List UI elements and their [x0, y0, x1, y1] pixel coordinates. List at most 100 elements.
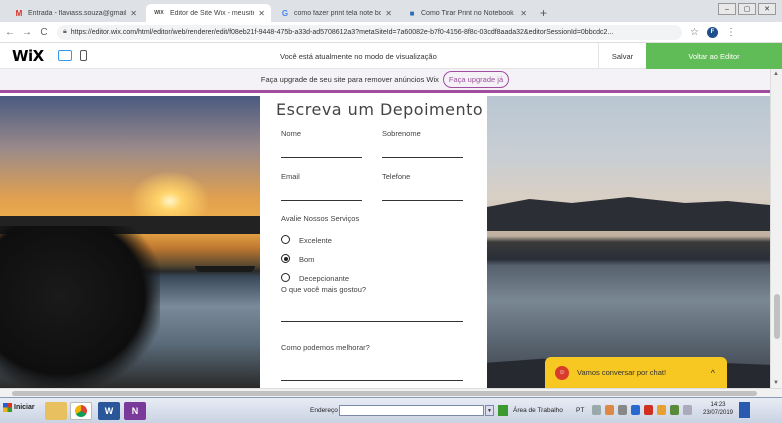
browser-toolbar: ← → C 🔒︎ https://editor.wix.com/html/edi…	[0, 22, 782, 43]
windows-logo-icon	[3, 403, 12, 412]
upgrade-now-button[interactable]: Faça upgrade já	[442, 71, 510, 88]
page-content: Escreva um Depoimento Nome Sobrenome Ema…	[0, 96, 770, 388]
photo-tree-silhouette	[0, 226, 160, 388]
radio-excelente[interactable]	[281, 235, 290, 244]
chrome-icon[interactable]	[70, 402, 92, 420]
radio-label-decepcionante: Decepcionante	[299, 274, 350, 283]
tab-wix-editor[interactable]: WIX Editor de Site Wix - meusite ✕	[146, 4, 271, 22]
tab-label: Como Tirar Print no Notebook S	[421, 9, 517, 17]
rating-label: Avalie Nossos Serviços	[281, 214, 360, 223]
desktop-label[interactable]: Área de Trabalho	[513, 407, 563, 414]
gmail-icon: M	[15, 8, 23, 18]
antivirus-icon[interactable]	[644, 405, 653, 415]
save-button[interactable]: Salvar	[598, 43, 646, 69]
lake-landscape-photo	[487, 96, 770, 388]
tab-label: como fazer print tela note book	[294, 9, 382, 17]
tab-label: Editor de Site Wix - meusite	[170, 9, 255, 17]
last-name-field[interactable]	[382, 157, 463, 158]
system-clock[interactable]: 14:23 23/07/2019	[698, 401, 738, 417]
dropbox-icon[interactable]	[631, 405, 640, 415]
bing-icon: ■	[409, 8, 415, 18]
upgrade-text: Faça upgrade de seu site para remover an…	[260, 75, 439, 84]
word-icon[interactable]: W	[98, 402, 120, 420]
tab-label: Entrada - flaviass.souza@gmail.c	[28, 9, 127, 17]
google-icon: G	[281, 8, 289, 18]
email-label: Email	[281, 172, 300, 181]
url-text: https://editor.wix.com/html/editor/web/r…	[70, 28, 614, 36]
testimonial-form: Escreva um Depoimento Nome Sobrenome Ema…	[260, 96, 487, 388]
close-icon[interactable]: ✕	[520, 9, 527, 18]
reload-icon[interactable]: C	[37, 27, 51, 38]
file-explorer-icon[interactable]	[45, 402, 67, 420]
lock-icon: 🔒︎	[63, 28, 67, 35]
radio-label-excelente: Excelente	[299, 236, 332, 245]
back-to-editor-button[interactable]: Voltar ao Editor	[646, 43, 782, 69]
bookmark-star-icon[interactable]: ☆	[690, 27, 699, 38]
browser-tab-strip: M Entrada - flaviass.souza@gmail.c ✕ WIX…	[0, 0, 782, 22]
tab-bing-search[interactable]: ■ Como Tirar Print no Notebook S ✕	[401, 4, 533, 22]
sunset-lake-photo	[0, 96, 260, 388]
show-desktop-button[interactable]	[739, 402, 750, 418]
network-icon[interactable]	[592, 405, 601, 415]
address-label: Endereço	[310, 407, 338, 414]
system-tray	[592, 405, 692, 415]
wix-icon: WIX	[154, 10, 164, 16]
clock-date: 23/07/2019	[702, 410, 734, 416]
close-icon[interactable]: ✕	[385, 9, 392, 18]
close-icon[interactable]: ✕	[258, 9, 265, 18]
scroll-thumb[interactable]	[12, 391, 757, 396]
start-label: Iniciar	[14, 404, 35, 411]
new-tab-button[interactable]: +	[540, 6, 547, 20]
first-name-field[interactable]	[281, 157, 362, 158]
vertical-scrollbar[interactable]: ▲ ▼	[770, 69, 782, 388]
photo-hills	[487, 197, 770, 231]
maximize-button[interactable]: ▢	[738, 3, 756, 15]
radio-bom[interactable]	[281, 254, 290, 263]
chat-widget[interactable]: ☺ Vamos conversar por chat! ^	[545, 357, 727, 388]
url-bar[interactable]: 🔒︎ https://editor.wix.com/html/editor/we…	[57, 24, 682, 40]
tray-app-icon[interactable]	[605, 405, 614, 415]
desktop-view-icon[interactable]	[57, 50, 72, 61]
last-name-label: Sobrenome	[382, 129, 421, 138]
clock-time: 14:23	[710, 402, 726, 408]
kebab-menu-icon[interactable]: ⋮	[726, 27, 736, 38]
photo-boat	[195, 266, 255, 272]
onenote-icon[interactable]: N	[124, 402, 146, 420]
email-field[interactable]	[281, 200, 362, 201]
profile-avatar[interactable]: F	[706, 26, 718, 38]
scroll-up-icon[interactable]: ▲	[773, 71, 779, 77]
phone-label: Telefone	[382, 172, 411, 181]
improve-field[interactable]	[281, 380, 463, 381]
phone-field[interactable]	[382, 200, 463, 201]
notification-icon[interactable]	[683, 405, 692, 415]
upgrade-banner: Faça upgrade de seu site para remover an…	[0, 69, 770, 93]
close-icon[interactable]: ✕	[130, 9, 137, 18]
go-arrow-icon[interactable]	[498, 405, 508, 416]
scroll-thumb[interactable]	[774, 294, 780, 339]
form-title: Escreva um Depoimento	[276, 100, 484, 119]
tab-gmail[interactable]: M Entrada - flaviass.souza@gmail.c ✕	[8, 4, 143, 22]
security-shield-icon[interactable]	[657, 405, 666, 415]
chevron-down-icon[interactable]: ▼	[485, 405, 494, 416]
scroll-down-icon[interactable]: ▼	[773, 380, 779, 386]
horizontal-scrollbar[interactable]	[0, 388, 782, 397]
language-indicator[interactable]: PT	[576, 407, 584, 414]
radio-decepcionante[interactable]	[281, 273, 290, 282]
minimize-button[interactable]: –	[718, 3, 736, 15]
mobile-view-icon[interactable]	[79, 50, 87, 61]
address-input[interactable]	[339, 405, 484, 416]
start-button[interactable]: Iniciar	[3, 403, 35, 412]
improve-label: Como podemos melhorar?	[281, 343, 370, 352]
volume-icon[interactable]	[618, 405, 627, 415]
close-window-button[interactable]: ✕	[758, 3, 776, 15]
tab-google-search[interactable]: G como fazer print tela note book ✕	[274, 4, 398, 22]
chat-icon: ☺	[555, 365, 569, 380]
back-arrow-icon[interactable]: ←	[3, 27, 17, 38]
windows-taskbar: Iniciar W N Endereço ▼ Área de Trabalho …	[0, 397, 782, 423]
window-controls: – ▢ ✕	[718, 3, 776, 15]
chevron-up-icon[interactable]: ^	[711, 368, 715, 378]
forward-arrow-icon[interactable]: →	[20, 27, 34, 38]
liked-field[interactable]	[281, 321, 463, 322]
preview-mode-message: Você está atualmente no modo de visualiz…	[280, 52, 437, 61]
battery-icon[interactable]	[670, 405, 679, 415]
